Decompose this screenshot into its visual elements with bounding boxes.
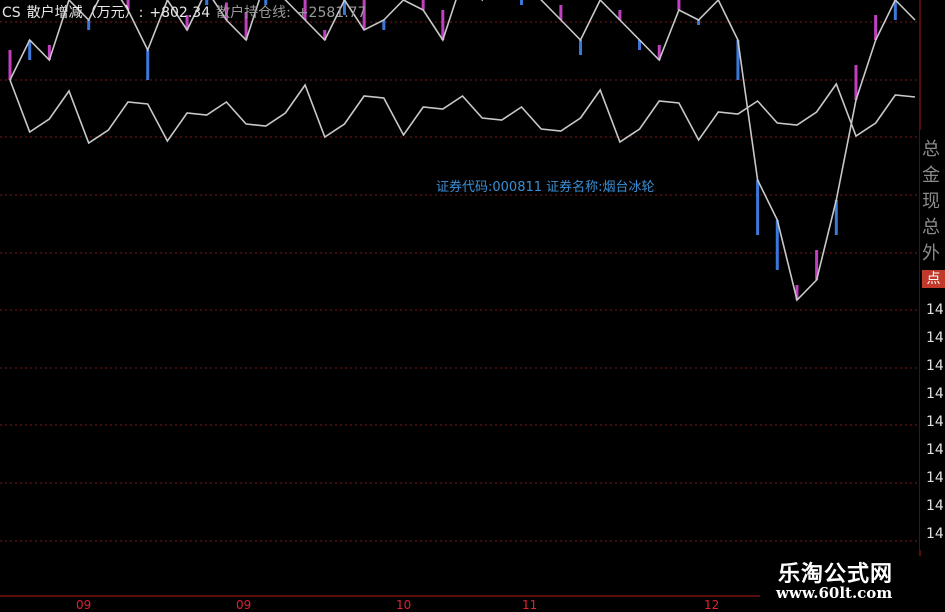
y-tick-label: 14 bbox=[926, 442, 944, 458]
bar bbox=[579, 40, 583, 55]
indicator-name: CS bbox=[2, 5, 21, 21]
y-tick-label: 14 bbox=[926, 358, 944, 374]
security-info: 证券代码:000811 证券名称:烟台冰轮 bbox=[436, 180, 655, 195]
x-tick-label: 10 bbox=[396, 598, 412, 612]
y-tick-label: 14 bbox=[926, 498, 944, 514]
bar bbox=[421, 0, 425, 10]
series1-label: 散户增减（万元）: bbox=[26, 5, 144, 21]
bar bbox=[559, 5, 563, 20]
y-tick-label: 14 bbox=[926, 526, 944, 542]
panel-char-3: 现 bbox=[922, 191, 940, 212]
y-tick-label: 14 bbox=[926, 386, 944, 402]
panel-char-1: 总 bbox=[922, 139, 940, 160]
x-tick-label: 12 bbox=[704, 598, 720, 612]
series1-value: +802.34 bbox=[149, 5, 211, 21]
bar bbox=[146, 50, 150, 80]
x-tick-label: 11 bbox=[522, 598, 538, 612]
chart-canvas bbox=[0, 0, 921, 597]
watermark-url: www.60lt.com bbox=[776, 584, 893, 602]
x-tick-label: 09 bbox=[76, 598, 92, 612]
bar bbox=[8, 50, 12, 80]
panel-char-5: 外 bbox=[922, 243, 940, 264]
bar bbox=[756, 180, 760, 235]
bar bbox=[382, 20, 386, 30]
series2-value: +2581.77 bbox=[296, 5, 367, 21]
bar bbox=[520, 0, 524, 5]
y-tick-label: 14 bbox=[926, 302, 944, 318]
chart-header: CS 散户增减（万元）: +802.34 散户持仓线: +2581.77 bbox=[2, 2, 372, 22]
y-tick-label: 14 bbox=[926, 414, 944, 430]
y-tick-label: 14 bbox=[926, 330, 944, 346]
panel-badge[interactable]: 点 bbox=[922, 270, 945, 288]
holding-line bbox=[9, 0, 916, 302]
upper-line bbox=[9, 79, 916, 145]
x-tick-label: 09 bbox=[236, 598, 252, 612]
y-tick-label: 14 bbox=[926, 470, 944, 486]
bar bbox=[677, 0, 681, 10]
panel-char-4: 总 bbox=[922, 217, 940, 238]
panel-char-2: 金 bbox=[922, 165, 940, 186]
series2-label: 散户持仓线: bbox=[216, 5, 291, 21]
